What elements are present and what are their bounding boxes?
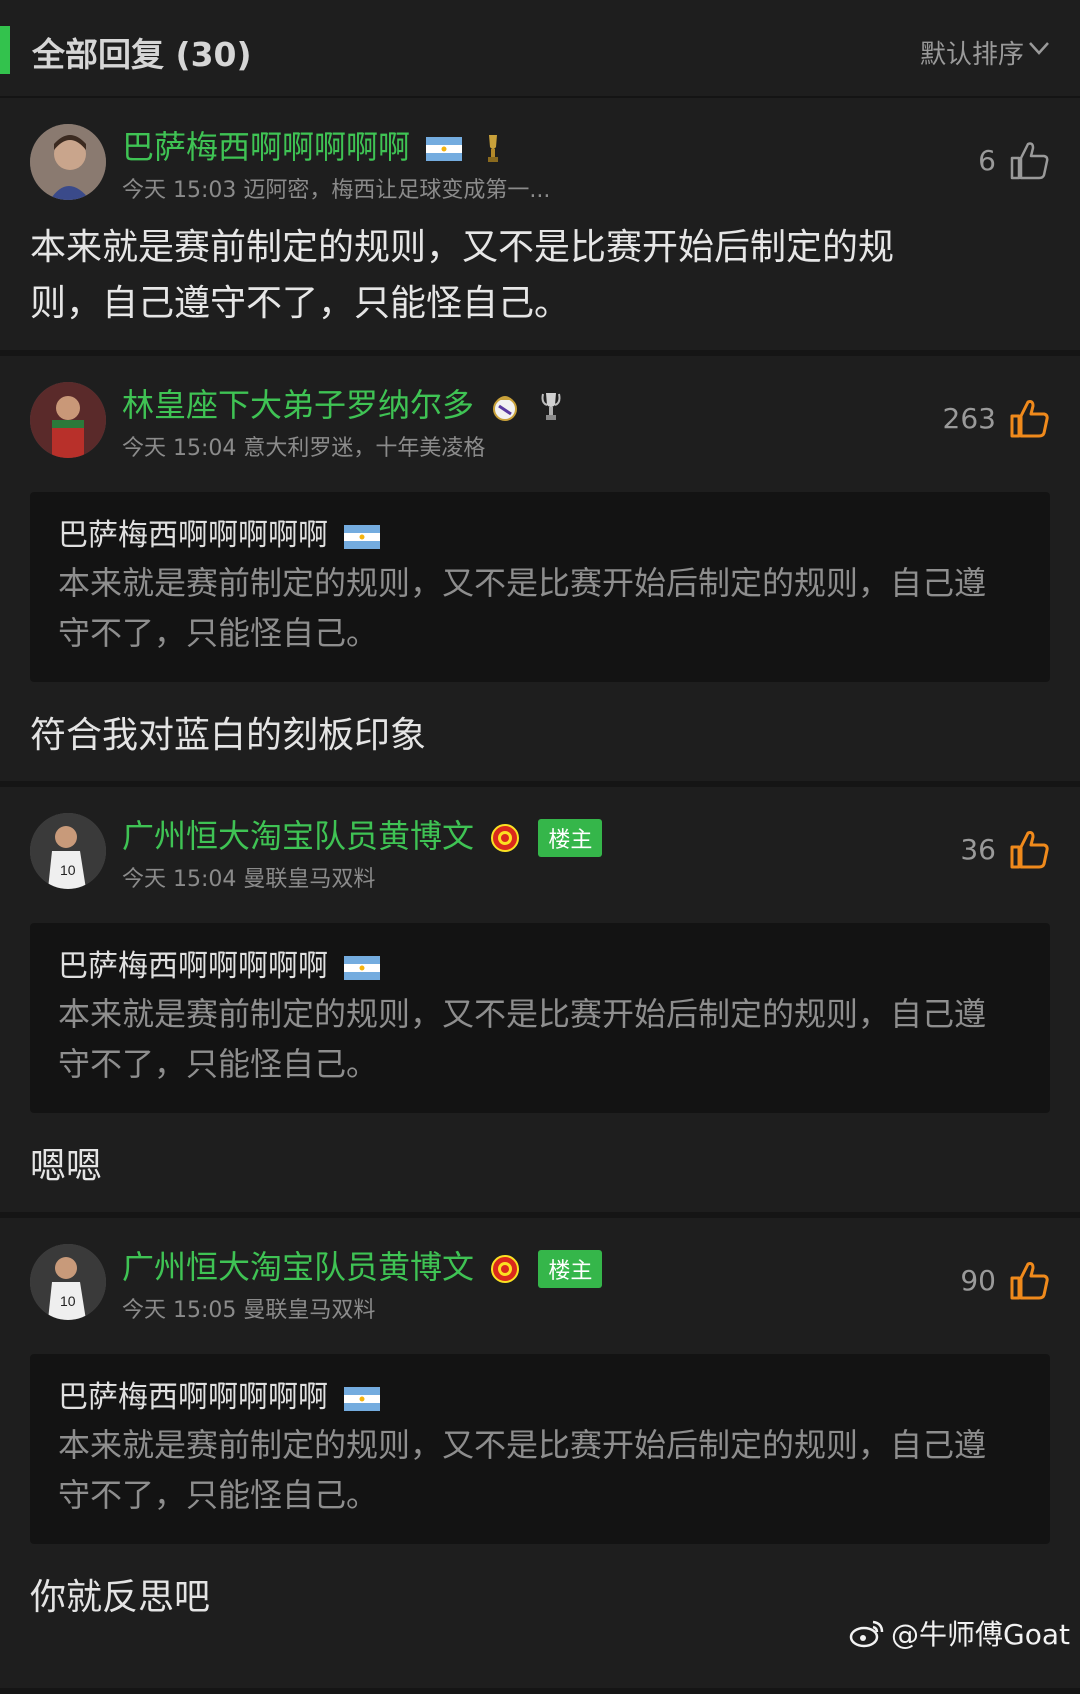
trophy-icon xyxy=(541,393,561,420)
comment-meta: 今天 15:05 曼联皇马双料 xyxy=(122,1298,376,1323)
like-count: 6 xyxy=(978,143,996,177)
comment-item: 林皇座下大弟子罗纳尔多 今天 15:04 意大利罗迷，十年美凌格 263 巴萨梅… xyxy=(0,356,1080,787)
reply-text: 符合我对蓝白的刻板印象 xyxy=(30,715,427,756)
trophy-icon xyxy=(488,135,499,162)
quoted-username-text: 巴萨梅西啊啊啊啊啊 xyxy=(58,518,328,553)
quoted-username-text: 巴萨梅西啊啊啊啊啊 xyxy=(58,1380,328,1415)
weibo-icon xyxy=(849,1620,884,1648)
reply-text: 嗯嗯 xyxy=(30,1146,103,1187)
comment-item: 10 广州恒大淘宝队员黄博文 楼主 今天 15:04 曼联皇马双料 36 巴萨梅… xyxy=(0,787,1080,1218)
thumbs-up-icon[interactable] xyxy=(1008,398,1050,438)
quoted-comment[interactable]: 巴萨梅西啊啊啊啊啊 本来就是赛前制定的规则，又不是比赛开始后制定的规则，自己遵守… xyxy=(30,1354,1050,1544)
owner-badge: 楼主 xyxy=(538,819,603,857)
comment-meta: 今天 15:03 迈阿密，梅西让足球变成第一... xyxy=(122,178,551,203)
like-count: 263 xyxy=(942,401,996,435)
quoted-text: 本来就是赛前制定的规则，又不是比赛开始后制定的规则，自己遵守不了，只能怪自己。 xyxy=(58,1426,987,1514)
like-count: 36 xyxy=(960,832,996,866)
comment-body: 本来就是赛前制定的规则，又不是比赛开始后制定的规则，自己遵守不了，只能怪自己。 xyxy=(30,227,895,324)
comment-meta: 今天 15:04 意大利罗迷，十年美凌格 xyxy=(122,436,486,461)
owner-badge: 楼主 xyxy=(538,1250,603,1288)
sort-dropdown[interactable]: 默认排序 xyxy=(920,34,1024,71)
quoted-username: 巴萨梅西啊啊啊啊啊 xyxy=(58,510,380,554)
quoted-username: 巴萨梅西啊啊啊啊啊 xyxy=(58,1372,380,1416)
quoted-comment[interactable]: 巴萨梅西啊啊啊啊啊 本来就是赛前制定的规则，又不是比赛开始后制定的规则，自己遵守… xyxy=(30,492,1050,682)
argentina-flag-icon xyxy=(343,955,380,980)
thumbs-up-icon[interactable] xyxy=(1008,140,1050,180)
watermark-text: @牛师傅Goat xyxy=(891,1618,1070,1651)
username[interactable]: 巴萨梅西啊啊啊啊啊 xyxy=(122,122,504,168)
argentina-flag-icon xyxy=(343,524,380,549)
quoted-username-text: 巴萨梅西啊啊啊啊啊 xyxy=(58,949,328,984)
svg-text:10: 10 xyxy=(60,1293,76,1309)
like-count: 90 xyxy=(960,1263,996,1297)
quoted-comment[interactable]: 巴萨梅西啊啊啊啊啊 本来就是赛前制定的规则，又不是比赛开始后制定的规则，自己遵守… xyxy=(30,923,1050,1113)
manchester-united-crest-icon xyxy=(491,824,520,852)
username-text[interactable]: 广州恒大淘宝队员黄博文 xyxy=(122,1248,474,1286)
section-accent-bar xyxy=(0,26,10,74)
watermark: @牛师傅Goat xyxy=(849,1613,1070,1653)
quoted-text: 本来就是赛前制定的规则，又不是比赛开始后制定的规则，自己遵守不了，只能怪自己。 xyxy=(58,564,987,652)
username[interactable]: 广州恒大淘宝队员黄博文 楼主 xyxy=(122,1242,603,1288)
avatar[interactable] xyxy=(30,124,106,200)
thumbs-up-icon[interactable] xyxy=(1008,1260,1050,1300)
real-madrid-crest-icon xyxy=(493,396,518,421)
username-text[interactable]: 巴萨梅西啊啊啊啊啊 xyxy=(122,128,410,166)
reply-text: 你就反思吧 xyxy=(30,1577,211,1618)
manchester-united-crest-icon xyxy=(491,1255,520,1283)
quoted-text: 本来就是赛前制定的规则，又不是比赛开始后制定的规则，自己遵守不了，只能怪自己。 xyxy=(58,995,987,1083)
comment-item: 巴萨梅西啊啊啊啊啊 今天 15:03 迈阿密，梅西让足球变成第一... 6 本来… xyxy=(0,98,1080,356)
username-text[interactable]: 广州恒大淘宝队员黄博文 xyxy=(122,817,474,855)
chevron-down-icon[interactable] xyxy=(1028,40,1050,56)
like-button[interactable]: 36 xyxy=(960,829,1050,869)
quoted-username: 巴萨梅西啊啊啊啊啊 xyxy=(58,941,380,985)
comments-header: 全部回复 (30) 默认排序 xyxy=(0,0,1080,98)
svg-text:10: 10 xyxy=(60,862,76,878)
username[interactable]: 广州恒大淘宝队员黄博文 楼主 xyxy=(122,811,603,857)
argentina-flag-icon xyxy=(426,137,463,161)
avatar[interactable] xyxy=(30,382,106,458)
comment-meta: 今天 15:04 曼联皇马双料 xyxy=(122,867,376,892)
like-button[interactable]: 90 xyxy=(960,1260,1050,1300)
thumbs-up-icon[interactable] xyxy=(1008,829,1050,869)
like-button[interactable]: 6 xyxy=(978,140,1050,180)
comments-title: 全部回复 (30) xyxy=(32,35,252,74)
username[interactable]: 林皇座下大弟子罗纳尔多 xyxy=(122,380,562,426)
username-text[interactable]: 林皇座下大弟子罗纳尔多 xyxy=(122,386,474,424)
argentina-flag-icon xyxy=(343,1386,380,1411)
like-button[interactable]: 263 xyxy=(943,398,1050,438)
avatar[interactable]: 10 xyxy=(30,1244,106,1320)
avatar[interactable]: 10 xyxy=(30,813,106,889)
